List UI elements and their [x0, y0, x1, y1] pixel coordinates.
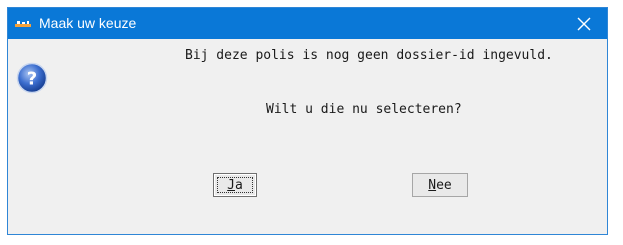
no-button[interactable]: Nee: [412, 173, 468, 197]
question-icon: ?: [16, 62, 48, 94]
dialog-window: Maak uw keuze ? Bij deze polis is nog ge…: [7, 7, 608, 235]
close-button[interactable]: [561, 8, 607, 39]
title-bar[interactable]: Maak uw keuze: [8, 8, 607, 39]
svg-text:?: ?: [27, 69, 37, 90]
close-icon: [577, 17, 591, 30]
message-line-2: Wilt u die nu selecteren?: [266, 102, 462, 117]
window-title: Maak uw keuze: [39, 15, 137, 31]
java-app-icon: [15, 21, 31, 27]
yes-button[interactable]: Ja: [213, 173, 257, 197]
no-button-label: Nee: [428, 177, 452, 193]
message-line-1: Bij deze polis is nog geen dossier-id in…: [185, 48, 553, 63]
focus-ring: [217, 177, 253, 193]
